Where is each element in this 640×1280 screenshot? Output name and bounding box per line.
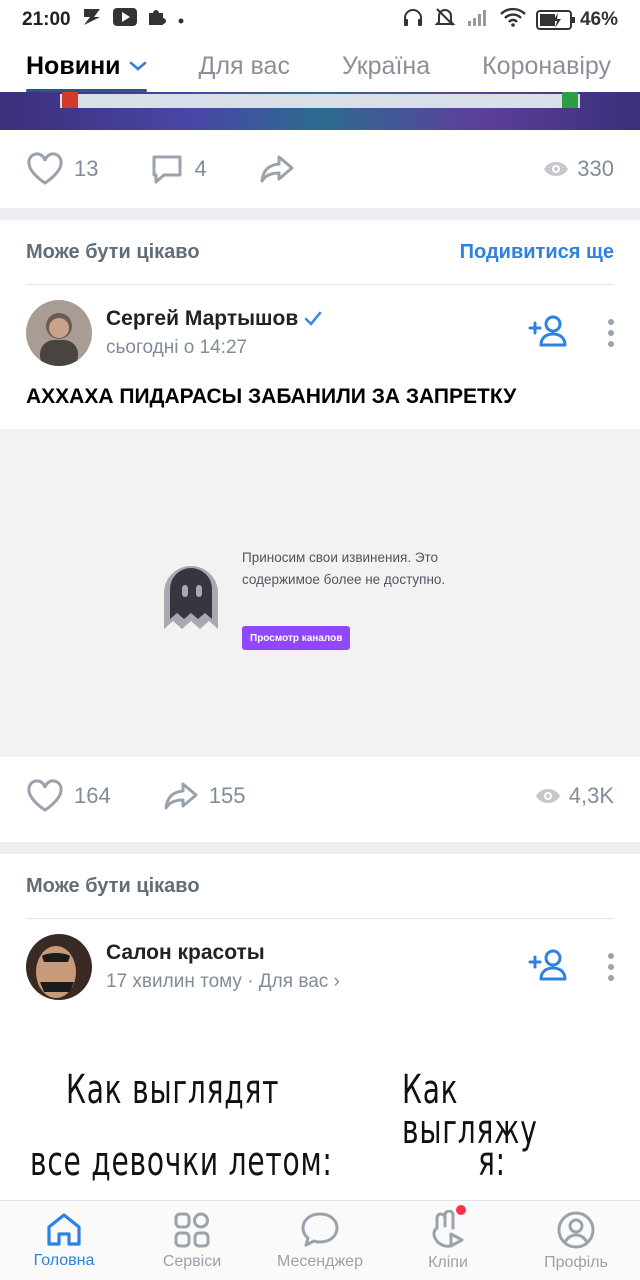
nav-label: Месенджер bbox=[277, 1252, 363, 1270]
views-counter: 4,3K bbox=[535, 783, 614, 809]
youtube-icon bbox=[112, 8, 137, 32]
avatar[interactable] bbox=[26, 300, 92, 366]
tab-coronavirus[interactable]: Коронавіру bbox=[456, 40, 637, 92]
team-green-marker bbox=[562, 92, 578, 108]
tab-label: Україна bbox=[341, 51, 431, 80]
battery-indicator: 46% bbox=[535, 9, 618, 31]
more-options-button[interactable] bbox=[608, 319, 614, 347]
dot-icon bbox=[177, 9, 185, 31]
share-icon bbox=[260, 155, 294, 183]
avatar[interactable] bbox=[26, 934, 92, 1000]
services-grid-icon bbox=[174, 1212, 210, 1247]
nav-messenger[interactable]: Месенджер bbox=[256, 1201, 384, 1280]
ghost-icon bbox=[164, 566, 218, 629]
previous-post-image[interactable] bbox=[0, 92, 640, 130]
app-notification-icon bbox=[81, 7, 103, 33]
tab-label: Для вас bbox=[198, 51, 290, 80]
feed-tabs: Новини Для вас Україна Коронавіру bbox=[0, 40, 640, 92]
notification-dot bbox=[456, 1205, 466, 1215]
like-button[interactable]: 164 bbox=[26, 779, 111, 813]
scoreboard-bar bbox=[60, 94, 580, 108]
headphones-icon bbox=[402, 7, 424, 33]
comment-button[interactable]: 4 bbox=[150, 152, 207, 186]
like-button[interactable]: 13 bbox=[26, 152, 98, 186]
tab-for-you[interactable]: Для вас bbox=[173, 40, 316, 92]
meme-caption-right-1: Как выгляжу bbox=[402, 1067, 538, 1153]
wifi-icon bbox=[500, 7, 526, 33]
add-user-icon bbox=[528, 949, 567, 980]
bottom-nav: Головна Сервіси Месенджер Кліпи Профіль bbox=[0, 1200, 640, 1280]
see-more-link[interactable]: Подивитися ще bbox=[460, 241, 614, 264]
chevron-down-icon bbox=[129, 61, 146, 71]
tab-label: Новини bbox=[26, 51, 121, 80]
profile-icon bbox=[557, 1211, 595, 1248]
meme-image[interactable]: Как выглядят все девочки летом: Как выгл… bbox=[0, 1020, 640, 1200]
recommendation-block-1: Може бути цікаво Подивитися ще Сергей Ма… bbox=[0, 220, 640, 842]
add-friend-button[interactable] bbox=[528, 948, 568, 987]
team-red-marker bbox=[62, 92, 78, 108]
share-button[interactable] bbox=[259, 154, 295, 184]
comment-count: 4 bbox=[194, 156, 207, 181]
meme-caption-left-1: Как выглядят bbox=[66, 1067, 280, 1113]
more-options-button[interactable] bbox=[608, 953, 614, 981]
status-time: 21:00 bbox=[22, 9, 71, 30]
home-icon bbox=[47, 1212, 81, 1246]
author-name[interactable]: Сергей Мартышов bbox=[106, 307, 298, 331]
verified-icon bbox=[304, 311, 322, 326]
share-button[interactable]: 155 bbox=[163, 781, 246, 811]
views-count: 4,3K bbox=[568, 783, 614, 808]
like-count: 164 bbox=[74, 783, 111, 808]
messenger-icon bbox=[301, 1212, 339, 1246]
share-count: 155 bbox=[208, 783, 246, 808]
views-count: 330 bbox=[577, 156, 614, 181]
tab-news[interactable]: Новини bbox=[0, 40, 173, 92]
nav-label: Сервіси bbox=[162, 1252, 222, 1270]
heart-icon bbox=[27, 779, 63, 812]
status-bar: 21:00 46% bbox=[0, 0, 640, 40]
post-time[interactable]: 17 хвилин тому · Для вас › bbox=[106, 971, 340, 993]
clips-icon bbox=[432, 1209, 464, 1248]
meme-caption-right-2: я: bbox=[478, 1139, 506, 1185]
tab-label: Коронавіру bbox=[482, 51, 612, 80]
add-friend-button[interactable] bbox=[528, 314, 568, 353]
unavailable-media[interactable]: Приносим свои извинения. Это содержимое … bbox=[0, 429, 640, 757]
nav-label: Головна bbox=[33, 1251, 95, 1269]
post-time: сьогодні о 14:27 bbox=[106, 337, 248, 358]
tab-ukraine[interactable]: Україна bbox=[316, 40, 456, 92]
nav-label: Профіль bbox=[544, 1253, 608, 1271]
puzzle-icon bbox=[147, 7, 167, 33]
section-title: Може бути цікаво bbox=[26, 874, 200, 897]
like-count: 13 bbox=[74, 156, 99, 181]
nav-profile[interactable]: Профіль bbox=[512, 1201, 640, 1280]
browse-channels-button[interactable]: Просмотр каналов bbox=[242, 626, 351, 650]
signal-icon bbox=[466, 7, 490, 33]
unavailable-message: Приносим свои извинения. Это содержимое … bbox=[242, 550, 446, 587]
nav-clips[interactable]: Кліпи bbox=[384, 1201, 512, 1280]
battery-icon bbox=[535, 10, 575, 30]
nav-home[interactable]: Головна bbox=[0, 1201, 128, 1280]
views-counter: 330 bbox=[543, 156, 614, 182]
comment-icon bbox=[152, 155, 182, 184]
nav-services[interactable]: Сервіси bbox=[128, 1201, 256, 1280]
add-user-icon bbox=[528, 315, 567, 346]
battery-percent: 46% bbox=[579, 9, 618, 30]
mute-bell-icon bbox=[434, 6, 456, 34]
heart-icon bbox=[27, 152, 63, 185]
eye-icon bbox=[544, 162, 569, 176]
post-text: АХХАХА ПИДАРАСЫ ЗАБАНИЛИ ЗА ЗАПРЕТКУ bbox=[26, 385, 517, 408]
nav-label: Кліпи bbox=[428, 1253, 468, 1271]
share-icon bbox=[164, 782, 198, 810]
section-title: Може бути цікаво bbox=[26, 240, 200, 263]
eye-icon bbox=[535, 789, 560, 803]
post1-footer: 13 4 330 bbox=[0, 130, 640, 208]
author-name[interactable]: Салон красоты bbox=[106, 941, 265, 965]
meme-caption-left-2: все девочки летом: bbox=[30, 1139, 333, 1185]
